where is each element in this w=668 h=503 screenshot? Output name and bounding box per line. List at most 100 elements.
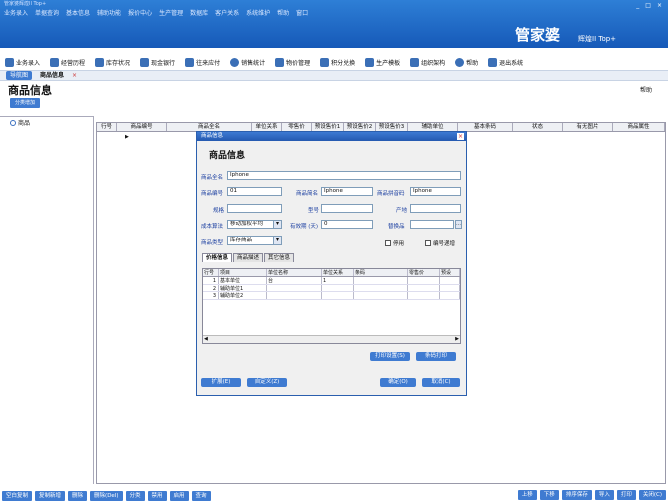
- row-unit[interactable]: [267, 284, 322, 291]
- menu-item[interactable]: 单据查询: [35, 8, 59, 17]
- row-ratio[interactable]: [322, 284, 354, 291]
- move-up-button[interactable]: 上移: [517, 490, 537, 500]
- col-header[interactable]: 项目: [219, 269, 267, 276]
- row-price[interactable]: [408, 277, 440, 284]
- search-button[interactable]: 查询: [191, 490, 211, 501]
- toolbar-exit[interactable]: 退出系统: [483, 54, 528, 70]
- tab-other-info[interactable]: 其它信息: [264, 253, 295, 262]
- code-increment-checkbox[interactable]: 编号递增: [425, 239, 455, 247]
- row-ratio[interactable]: 1: [322, 277, 354, 284]
- col-header[interactable]: 零售价: [282, 123, 312, 131]
- row-preset[interactable]: [440, 284, 460, 291]
- goods-type-select[interactable]: 库存商品: [227, 236, 282, 245]
- category-button[interactable]: 分类: [125, 490, 145, 501]
- menu-item[interactable]: 窗口: [296, 8, 308, 17]
- col-header[interactable]: 行号: [203, 269, 219, 276]
- row-preset[interactable]: [440, 292, 460, 299]
- row-unit[interactable]: [267, 292, 322, 299]
- menu-item[interactable]: 生产管理: [159, 8, 183, 17]
- price-row[interactable]: 3 辅助单位2: [203, 292, 460, 300]
- print-setup-button[interactable]: 打印设置(S): [370, 352, 410, 361]
- toolbar-production[interactable]: 生产模板: [360, 54, 405, 70]
- minimize-button[interactable]: _: [636, 2, 639, 9]
- col-header[interactable]: 有无图片: [563, 123, 613, 131]
- origin-input[interactable]: [410, 204, 461, 213]
- delete-del-button[interactable]: 删除(Del): [90, 490, 123, 501]
- help-link[interactable]: 帮助: [640, 85, 652, 94]
- col-header[interactable]: 商品编号: [117, 123, 167, 131]
- menu-item[interactable]: 数据库: [190, 8, 208, 17]
- toolbar-org[interactable]: 组织架构: [405, 54, 450, 70]
- price-row[interactable]: 1 基本单位 台 1: [203, 277, 460, 285]
- tab-product-info[interactable]: 商品信息: [36, 71, 68, 80]
- col-header[interactable]: 预设: [440, 269, 460, 276]
- row-ratio[interactable]: [322, 292, 354, 299]
- spec-input[interactable]: [227, 204, 282, 213]
- price-grid[interactable]: 行号 项目 单位名称 单位关系 条码 零售价 预设 1 基本单位 台 1 2 辅…: [202, 268, 461, 344]
- col-header[interactable]: 辅助单位: [408, 123, 458, 131]
- menu-item[interactable]: 客户关系: [215, 8, 239, 17]
- import-button[interactable]: 导入: [594, 490, 614, 500]
- col-header[interactable]: 条码: [354, 269, 408, 276]
- menu-item[interactable]: 辅助功能: [97, 8, 121, 17]
- menu-item[interactable]: 基本信息: [66, 8, 90, 17]
- delete-button[interactable]: 删除: [68, 490, 88, 501]
- col-header[interactable]: 状态: [513, 123, 563, 131]
- substitute-lookup-button[interactable]: …: [455, 220, 462, 229]
- row-preset[interactable]: [440, 277, 460, 284]
- toolbar-business-entry[interactable]: 业务录入: [0, 54, 45, 70]
- col-header[interactable]: 单位关系: [252, 123, 282, 131]
- code-input[interactable]: 01: [227, 187, 282, 196]
- custom-button[interactable]: 自定义(Z): [247, 378, 287, 387]
- print-button[interactable]: 打印: [616, 490, 636, 500]
- tab-price-info[interactable]: 价格信息: [202, 253, 233, 262]
- row-unit[interactable]: 台: [267, 277, 322, 284]
- toolbar-price[interactable]: 物价管理: [270, 54, 315, 70]
- maximize-button[interactable]: □: [645, 2, 651, 9]
- col-header[interactable]: 单位名称: [267, 269, 322, 276]
- close-window-button[interactable]: ×: [657, 2, 662, 9]
- tree-root[interactable]: 商品: [10, 118, 30, 127]
- col-header[interactable]: 商品属性: [613, 123, 665, 131]
- toolbar-sales[interactable]: 销售统计: [225, 54, 270, 70]
- move-down-button[interactable]: 下移: [539, 490, 559, 500]
- menu-item[interactable]: 业务录入: [4, 8, 28, 17]
- scroll-right-icon[interactable]: ▶: [455, 336, 459, 342]
- row-barcode[interactable]: [354, 277, 408, 284]
- dialog-close-button[interactable]: ×: [457, 133, 464, 140]
- toolbar-history[interactable]: 经营历程: [45, 54, 90, 70]
- col-header[interactable]: 单位关系: [322, 269, 354, 276]
- cancel-button[interactable]: 取消(C): [422, 378, 460, 387]
- col-header[interactable]: 预设售价2: [344, 123, 376, 131]
- tab-description[interactable]: 商品描述: [233, 253, 264, 262]
- model-input[interactable]: [321, 204, 373, 213]
- toolbar-help[interactable]: 帮助: [450, 54, 483, 70]
- menu-item[interactable]: 系统维护: [246, 8, 270, 17]
- toolbar-stock[interactable]: 库存状况: [90, 54, 135, 70]
- col-header[interactable]: 基本条码: [458, 123, 513, 131]
- ok-button[interactable]: 确定(O): [380, 378, 416, 387]
- row-barcode[interactable]: [354, 292, 408, 299]
- full-name-input[interactable]: Iphone: [227, 171, 461, 180]
- copy-add-button[interactable]: 复制新增: [35, 490, 66, 501]
- shelf-life-input[interactable]: 0: [321, 220, 373, 229]
- copy-blank-button[interactable]: 空白复制: [2, 490, 33, 501]
- col-header[interactable]: 行号: [97, 123, 117, 131]
- add-category-button[interactable]: 分类增加: [10, 98, 40, 108]
- expand-button[interactable]: 扩展(E): [201, 378, 241, 387]
- row-price[interactable]: [408, 284, 440, 291]
- row-barcode[interactable]: [354, 284, 408, 291]
- menu-item[interactable]: 帮助: [277, 8, 289, 17]
- disable-button[interactable]: 禁用: [147, 490, 167, 501]
- menu-item[interactable]: 报价中心: [128, 8, 152, 17]
- save-order-button[interactable]: 排序保存: [561, 490, 592, 500]
- cost-method-select[interactable]: 移动加权平均: [227, 220, 282, 229]
- pinyin-input[interactable]: Iphone: [410, 187, 461, 196]
- disabled-checkbox[interactable]: 停用: [385, 239, 404, 247]
- col-header[interactable]: 零售价: [408, 269, 440, 276]
- substitute-input[interactable]: [410, 220, 454, 229]
- close-button[interactable]: 关闭(C): [638, 490, 666, 500]
- short-name-input[interactable]: Iphone: [321, 187, 373, 196]
- toolbar-payable[interactable]: 往来应付: [180, 54, 225, 70]
- tab-close-icon[interactable]: ×: [72, 72, 77, 79]
